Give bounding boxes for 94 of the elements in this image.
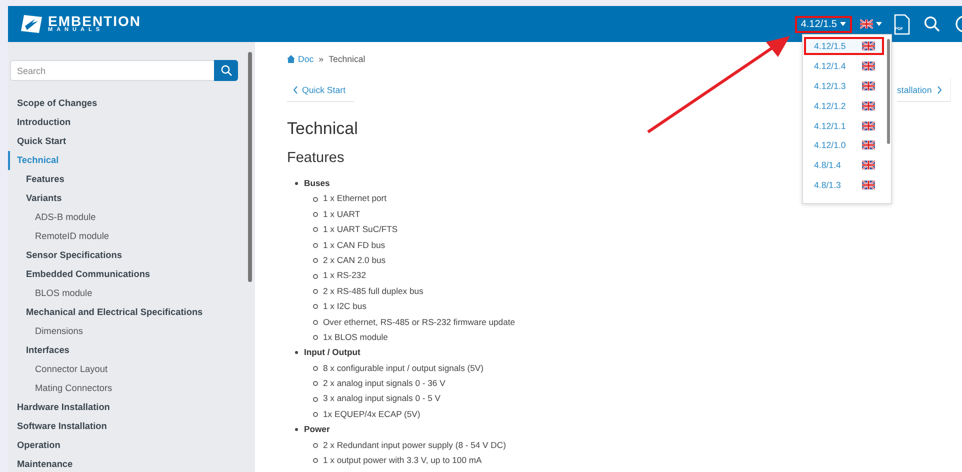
chevron-right-icon <box>936 86 942 94</box>
caret-icon <box>876 22 882 26</box>
breadcrumb-current: Technical <box>328 54 366 64</box>
flag-icon <box>862 120 875 131</box>
breadcrumb-link[interactable]: Doc <box>287 54 314 64</box>
feature-item: 2 x CAN 2.0 bus <box>323 254 386 267</box>
nav-item[interactable]: RemoteID module <box>8 227 245 246</box>
bullet-icon <box>313 381 318 386</box>
flag-icon <box>862 180 875 190</box>
bullet-icon <box>313 320 318 325</box>
feature-item: 1 x RS-232 <box>323 269 366 282</box>
feature-group-title: Buses <box>304 177 330 190</box>
version-option[interactable]: 4.8/1.3 <box>804 176 884 194</box>
nav-item[interactable]: Introduction <box>8 113 245 132</box>
feature-item: 1x BLOS module <box>323 330 388 344</box>
version-option[interactable]: 4.12/1.0 <box>804 136 884 154</box>
home-icon <box>287 55 295 63</box>
bullet-icon <box>313 274 318 279</box>
nav-item[interactable]: Mechanical and Electrical Specifications <box>8 303 245 322</box>
page-title: Technical <box>287 118 358 140</box>
caret-icon <box>840 22 846 26</box>
feature-item: 2 x Redundant input power supply (8 - 54 V DC) <box>323 438 506 452</box>
logo-icon <box>20 13 44 35</box>
version-option[interactable]: 4.12/1.2 <box>804 96 884 115</box>
feature-group-title: Input / Output <box>304 346 360 360</box>
version-dropdown[interactable]: 4.12/1.5 <box>794 16 852 32</box>
bullet-icon <box>313 458 318 464</box>
bullet-icon <box>313 227 318 232</box>
nav-item[interactable]: Sensor Specifications <box>8 246 245 265</box>
nav-item[interactable]: Dimensions <box>8 322 245 341</box>
nav-item[interactable]: Connector Layout <box>8 360 245 379</box>
nav-item[interactable]: BLOS module <box>8 284 245 303</box>
feature-item: 1 x Ethernet port <box>323 192 387 206</box>
bullet-icon <box>313 258 318 264</box>
feature-item: 1x EQUEP/4x ECAP (5V) <box>323 408 420 421</box>
nav-item[interactable]: Hardware Installation <box>8 398 245 417</box>
nav-item[interactable]: Variants <box>8 189 245 208</box>
feature-item: 1 x I2C bus <box>323 300 366 314</box>
feature-item: 1 x output power with 3.3 V, up to 100 mA <box>323 454 482 468</box>
language-dropdown[interactable] <box>860 19 882 29</box>
feature-item: 1 x UART <box>323 208 360 221</box>
next-page-link[interactable]: stallation <box>897 78 951 102</box>
feature-item: 8 x configurable input / output signals (5V) <box>323 362 484 375</box>
version-option[interactable]: 4.12/1.3 <box>804 76 884 95</box>
nav-item[interactable]: ADS-B module <box>8 208 245 227</box>
feature-item: 2 x analog input signals 0 - 36 V <box>323 377 446 390</box>
feature-item: 2 x RS-485 full duplex bus <box>323 284 424 298</box>
flag-icon <box>862 100 875 111</box>
nav-item[interactable]: Features <box>8 170 245 189</box>
nav-item[interactable]: Mating Connectors <box>8 379 245 398</box>
nav-item[interactable]: Maintenance <box>8 455 245 472</box>
flag-icon <box>862 60 875 71</box>
flag-icon <box>862 41 875 51</box>
flag-icon <box>862 80 875 91</box>
bullet-icon <box>313 396 318 402</box>
nav-item[interactable]: Embedded Communications <box>8 265 245 284</box>
flag-icon <box>862 160 875 170</box>
bullet-icon <box>313 288 318 294</box>
bullet-icon <box>313 366 318 371</box>
nav-item[interactable]: Interfaces <box>8 341 245 360</box>
bullet-icon <box>313 335 318 340</box>
flag-icon <box>862 140 875 150</box>
search-icon <box>220 65 232 76</box>
search-icon[interactable] <box>924 16 940 32</box>
version-option[interactable]: 4.12/1.1 <box>804 116 884 135</box>
search-button[interactable] <box>214 60 238 81</box>
feature-item: 1 x CAN FD bus <box>323 238 386 252</box>
bullet-icon <box>295 428 298 432</box>
previous-page-link[interactable]: Quick Start <box>287 79 354 102</box>
section-heading: Features <box>287 149 344 168</box>
feature-item: 3 x analog input signals 0 - 5 V <box>323 392 441 406</box>
bullet-icon <box>295 182 298 186</box>
bullet-icon <box>313 212 318 217</box>
bullet-icon <box>313 304 318 310</box>
chevron-left-icon <box>293 86 298 94</box>
feature-group-title: Power <box>304 423 330 436</box>
breadcrumb-separator: » <box>318 54 324 64</box>
search-field[interactable]: Search <box>10 60 214 81</box>
feature-item: Over ethernet, RS-485 or RS-232 firmware update <box>323 316 516 329</box>
bullet-icon <box>313 242 318 248</box>
bullet-icon <box>295 351 298 354</box>
bullet-icon <box>313 196 318 202</box>
logo-text: EMBENTION <box>48 14 141 28</box>
bullet-icon <box>313 412 318 418</box>
version-option[interactable]: 4.12/1.5 <box>804 37 884 55</box>
version-option[interactable]: 4.12/1.4 <box>804 56 884 75</box>
nav-item[interactable]: Software Installation <box>8 417 245 436</box>
version-option[interactable]: 4.8/1.4 <box>804 156 884 174</box>
nav-item[interactable]: Scope of Changes <box>8 94 245 113</box>
feature-item: 1 x UART SuC/FTS <box>323 223 398 236</box>
flag-icon <box>860 19 873 29</box>
nav-item[interactable]: Quick Start <box>8 132 245 151</box>
nav-item[interactable]: Operation <box>8 436 245 455</box>
bullet-icon <box>313 442 318 448</box>
